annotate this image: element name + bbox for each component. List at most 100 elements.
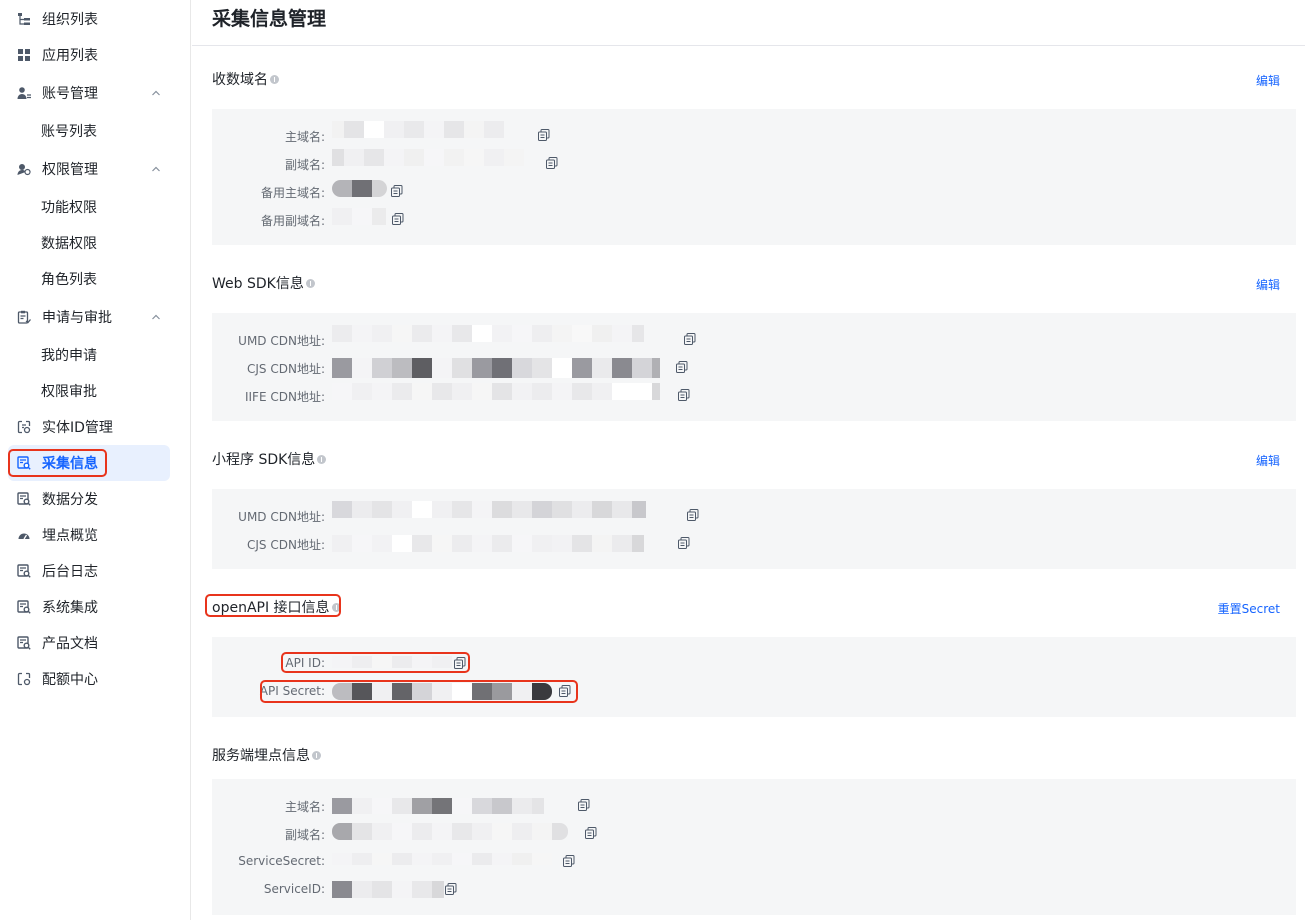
sidebar-item-label: 配额中心: [42, 672, 98, 688]
log-icon: [16, 563, 32, 579]
page-title: 采集信息管理: [212, 8, 327, 30]
sidebar-item-role-list[interactable]: 角色列表: [8, 261, 170, 297]
field-label: ServiceSecret:: [238, 854, 325, 868]
copy-icon[interactable]: [538, 129, 550, 141]
redacted-value: [332, 180, 387, 197]
field-label: UMD CDN地址:: [238, 510, 325, 524]
copy-icon[interactable]: [585, 827, 597, 839]
sidebar-item-account-list[interactable]: 账号列表: [8, 113, 170, 149]
redacted-value: [332, 535, 644, 552]
sidebar-item-label: 我的申请: [41, 348, 97, 364]
field-label: 副域名:: [284, 158, 325, 172]
sidebar-item-label: 账号管理: [42, 86, 98, 102]
field-label: IIFE CDN地址:: [244, 390, 325, 404]
copy-icon[interactable]: [392, 213, 404, 225]
field-label: CJS CDN地址:: [247, 538, 325, 552]
user-manage-icon: [16, 85, 32, 101]
highlight-annotation: [205, 594, 341, 617]
sidebar-item-quota-center[interactable]: 配额中心: [8, 661, 170, 697]
field-label: 副域名:: [284, 828, 325, 842]
sidebar-item-label: 申请与审批: [42, 310, 112, 326]
redacted-value: [332, 501, 646, 518]
field-label: 主域名:: [284, 800, 325, 814]
field-label: UMD CDN地址:: [238, 334, 325, 348]
copy-icon[interactable]: [678, 389, 690, 401]
copy-icon[interactable]: [578, 799, 590, 811]
integration-icon: [16, 599, 32, 615]
entity-id-icon: [16, 419, 32, 435]
redacted-value: [332, 325, 644, 342]
sidebar: 组织列表 应用列表 账号管理 账号列表 权限管理 功能权限 数据权限 角色列表 …: [0, 0, 191, 920]
divider: [192, 45, 1305, 46]
sidebar-item-label: 产品文档: [42, 636, 98, 652]
highlight-annotation: [8, 449, 107, 477]
sidebar-item-permission-approve[interactable]: 权限审批: [8, 373, 170, 409]
info-icon[interactable]: [312, 750, 321, 760]
info-icon[interactable]: [305, 278, 315, 288]
sidebar-item-apply-approve[interactable]: 申请与审批: [8, 299, 170, 335]
info-icon[interactable]: [317, 454, 327, 464]
sidebar-item-my-apply[interactable]: 我的申请: [8, 337, 170, 373]
field-label: 备用主域名:: [260, 186, 325, 200]
chevron-up-icon: [150, 86, 162, 98]
section-title-server: 服务端埋点信息: [212, 745, 321, 765]
quota-icon: [16, 671, 32, 687]
sidebar-item-backend-log[interactable]: 后台日志: [8, 553, 170, 589]
copy-icon[interactable]: [445, 883, 457, 895]
sidebar-item-label: 权限审批: [41, 384, 97, 400]
sidebar-item-app-list[interactable]: 应用列表: [8, 37, 170, 73]
redacted-value: [332, 881, 444, 898]
copy-icon[interactable]: [563, 855, 575, 867]
sidebar-item-label: 应用列表: [42, 48, 98, 64]
copy-icon[interactable]: [684, 333, 696, 345]
copy-icon[interactable]: [687, 509, 699, 521]
highlight-annotation: [281, 652, 470, 673]
openapi-panel: API ID: API Secret:: [212, 637, 1296, 717]
sidebar-item-org-list[interactable]: 组织列表: [8, 1, 170, 37]
sidebar-item-entity-id[interactable]: 实体ID管理: [8, 409, 170, 445]
websdk-panel: UMD CDN地址: CJS CDN地址: IIFE CDN地址:: [212, 313, 1296, 421]
copy-icon[interactable]: [391, 185, 403, 197]
edit-minisdk-button[interactable]: 编辑: [1256, 452, 1280, 469]
copy-icon[interactable]: [678, 537, 690, 549]
info-icon[interactable]: [270, 74, 279, 84]
sidebar-item-label: 组织列表: [42, 12, 98, 28]
sidebar-item-label: 角色列表: [41, 272, 97, 288]
redacted-value: [332, 208, 386, 225]
data-dist-icon: [16, 491, 32, 507]
sidebar-item-product-doc[interactable]: 产品文档: [8, 625, 170, 661]
edit-domain-button[interactable]: 编辑: [1256, 72, 1280, 89]
section-title-domain: 收数域名: [212, 69, 279, 89]
sidebar-item-data-permission[interactable]: 数据权限: [8, 225, 170, 261]
chevron-up-icon: [150, 162, 162, 174]
approval-icon: [16, 309, 32, 325]
section-title-minisdk: 小程序 SDK信息: [212, 449, 327, 469]
sidebar-item-label: 账号列表: [41, 124, 97, 140]
sidebar-item-system-integration[interactable]: 系统集成: [8, 589, 170, 625]
redacted-value: [332, 798, 544, 814]
sidebar-item-label: 权限管理: [42, 162, 98, 178]
server-panel: 主域名: 副域名: ServiceSecret: ServiceID:: [212, 779, 1296, 915]
reset-secret-button[interactable]: 重置Secret: [1218, 600, 1280, 617]
sidebar-item-account-manage[interactable]: 账号管理: [8, 75, 170, 111]
sidebar-item-function-permission[interactable]: 功能权限: [8, 189, 170, 225]
sidebar-item-data-distribute[interactable]: 数据分发: [8, 481, 170, 517]
sidebar-item-label: 数据分发: [42, 492, 98, 508]
sidebar-item-permission-manage[interactable]: 权限管理: [8, 151, 170, 187]
redacted-value: [332, 823, 568, 840]
sidebar-item-tracking-overview[interactable]: 埋点概览: [8, 517, 170, 553]
field-label: 主域名:: [284, 130, 325, 144]
sidebar-item-label: 系统集成: [42, 600, 98, 616]
app-grid-icon: [16, 47, 32, 63]
field-label: ServiceID:: [263, 882, 325, 896]
sidebar-item-label: 数据权限: [41, 236, 97, 252]
edit-websdk-button[interactable]: 编辑: [1256, 276, 1280, 293]
sidebar-item-label: 埋点概览: [42, 528, 98, 544]
sidebar-item-label: 功能权限: [41, 200, 97, 216]
minisdk-panel: UMD CDN地址: CJS CDN地址:: [212, 489, 1296, 569]
redacted-value: [332, 358, 660, 378]
sidebar-item-label: 实体ID管理: [42, 420, 113, 436]
copy-icon[interactable]: [546, 157, 558, 169]
copy-icon[interactable]: [676, 361, 688, 373]
redacted-value: [332, 121, 504, 138]
